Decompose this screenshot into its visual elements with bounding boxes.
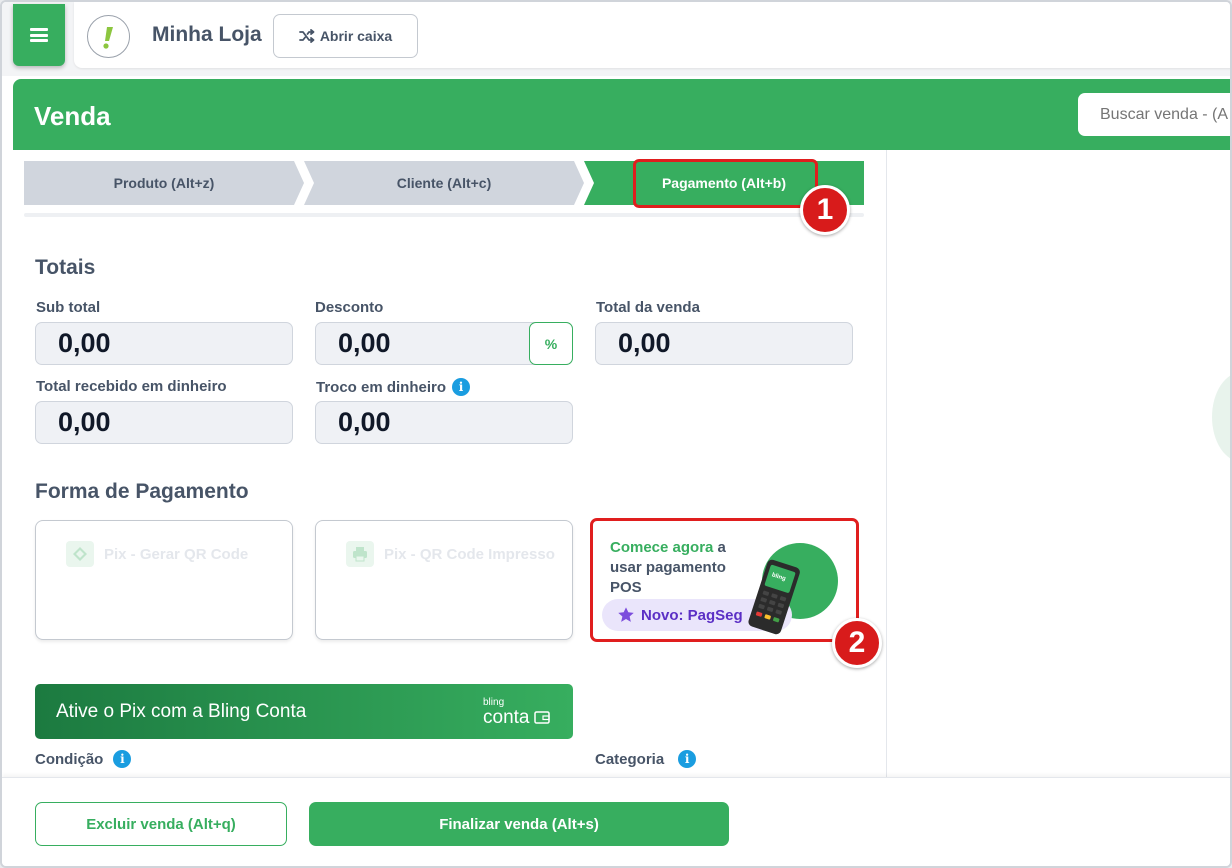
finish-sale-button[interactable]: Finalizar venda (Alt+s) bbox=[309, 802, 729, 846]
category-label-group: Categoria i bbox=[595, 750, 697, 768]
totals-title: Totais bbox=[35, 256, 96, 279]
payment-methods-title: Forma de Pagamento bbox=[35, 480, 249, 503]
decorative-shape bbox=[1212, 372, 1230, 462]
sale-total-field: 0,00 bbox=[595, 322, 853, 365]
store-name[interactable]: Minha Loja bbox=[152, 23, 262, 47]
bling-conta-logo: bling conta bbox=[483, 698, 550, 727]
sale-total-label: Total da venda bbox=[596, 299, 700, 316]
promo-text-a: a bbox=[713, 539, 726, 556]
payment-method-label: Pix - QR Code Impresso bbox=[384, 545, 555, 563]
open-cash-register-label: Abrir caixa bbox=[319, 28, 393, 44]
annotation-badge-1: 1 bbox=[800, 185, 850, 235]
promo-pill-label: Novo: PagSeg bbox=[641, 606, 743, 624]
change-label-group: Troco em dinheiro i bbox=[316, 378, 471, 396]
delete-sale-button[interactable]: Excluir venda (Alt+q) bbox=[35, 802, 287, 846]
pos-terminal-icon: bling bbox=[748, 559, 800, 635]
condition-label: Condição bbox=[35, 750, 104, 768]
annotation-badge-2: 2 bbox=[832, 618, 882, 668]
cash-received-label: Total recebido em dinheiro bbox=[36, 378, 227, 395]
discount-label: Desconto bbox=[315, 299, 384, 316]
star-icon bbox=[618, 607, 634, 622]
condition-label-group: Condição i bbox=[35, 750, 132, 768]
open-cash-register-button[interactable]: Abrir caixa bbox=[273, 14, 418, 58]
pix-icon bbox=[66, 541, 94, 567]
highlight-payment-step bbox=[633, 159, 818, 208]
panel-divider bbox=[886, 150, 887, 778]
shuffle-icon bbox=[298, 29, 315, 43]
subtotal-field: 0,00 bbox=[35, 322, 293, 365]
promo-text: Comece agora a usar pagamento POS bbox=[610, 538, 760, 598]
page-title: Venda bbox=[34, 101, 111, 131]
payment-method-pix-qr[interactable]: Pix - Gerar QR Code bbox=[35, 520, 293, 640]
activate-pix-banner[interactable]: Ative o Pix com a Bling Conta bling cont… bbox=[35, 684, 573, 739]
info-icon[interactable]: i bbox=[678, 750, 697, 768]
app-window: Minha Loja Abrir caixa Venda Produto (Al… bbox=[0, 0, 1232, 868]
page-header: Venda bbox=[13, 79, 1230, 150]
discount-percent-button[interactable]: % bbox=[529, 322, 573, 365]
store-logo-icon[interactable] bbox=[87, 15, 130, 58]
steps-underline bbox=[24, 213, 864, 217]
step-product[interactable]: Produto (Alt+z) bbox=[24, 161, 304, 205]
change-label: Troco em dinheiro bbox=[316, 378, 447, 396]
step-customer[interactable]: Cliente (Alt+c) bbox=[304, 161, 584, 205]
hamburger-icon bbox=[30, 28, 48, 42]
printer-icon bbox=[346, 541, 374, 567]
pos-promo-card[interactable]: Comece agora a usar pagamento POS Novo: … bbox=[590, 518, 859, 642]
info-icon[interactable]: i bbox=[113, 750, 132, 768]
top-bar: Minha Loja Abrir caixa bbox=[2, 2, 1230, 76]
cash-received-field[interactable]: 0,00 bbox=[35, 401, 293, 444]
change-field: 0,00 bbox=[315, 401, 573, 444]
payment-method-pix-printed[interactable]: Pix - QR Code Impresso bbox=[315, 520, 573, 640]
menu-button[interactable] bbox=[13, 4, 65, 66]
promo-text-b: usar pagamento POS bbox=[610, 559, 726, 596]
payment-method-label: Pix - Gerar QR Code bbox=[104, 545, 249, 563]
pix-banner-text: Ative o Pix com a Bling Conta bbox=[56, 701, 307, 722]
info-icon[interactable]: i bbox=[452, 378, 471, 396]
bling-conta-logo-bottom: conta bbox=[483, 707, 530, 728]
category-label: Categoria bbox=[595, 750, 665, 768]
search-sale-input[interactable] bbox=[1078, 93, 1230, 136]
wallet-icon bbox=[534, 711, 550, 724]
subtotal-label: Sub total bbox=[36, 299, 101, 316]
promo-highlight: Comece agora bbox=[610, 539, 714, 556]
